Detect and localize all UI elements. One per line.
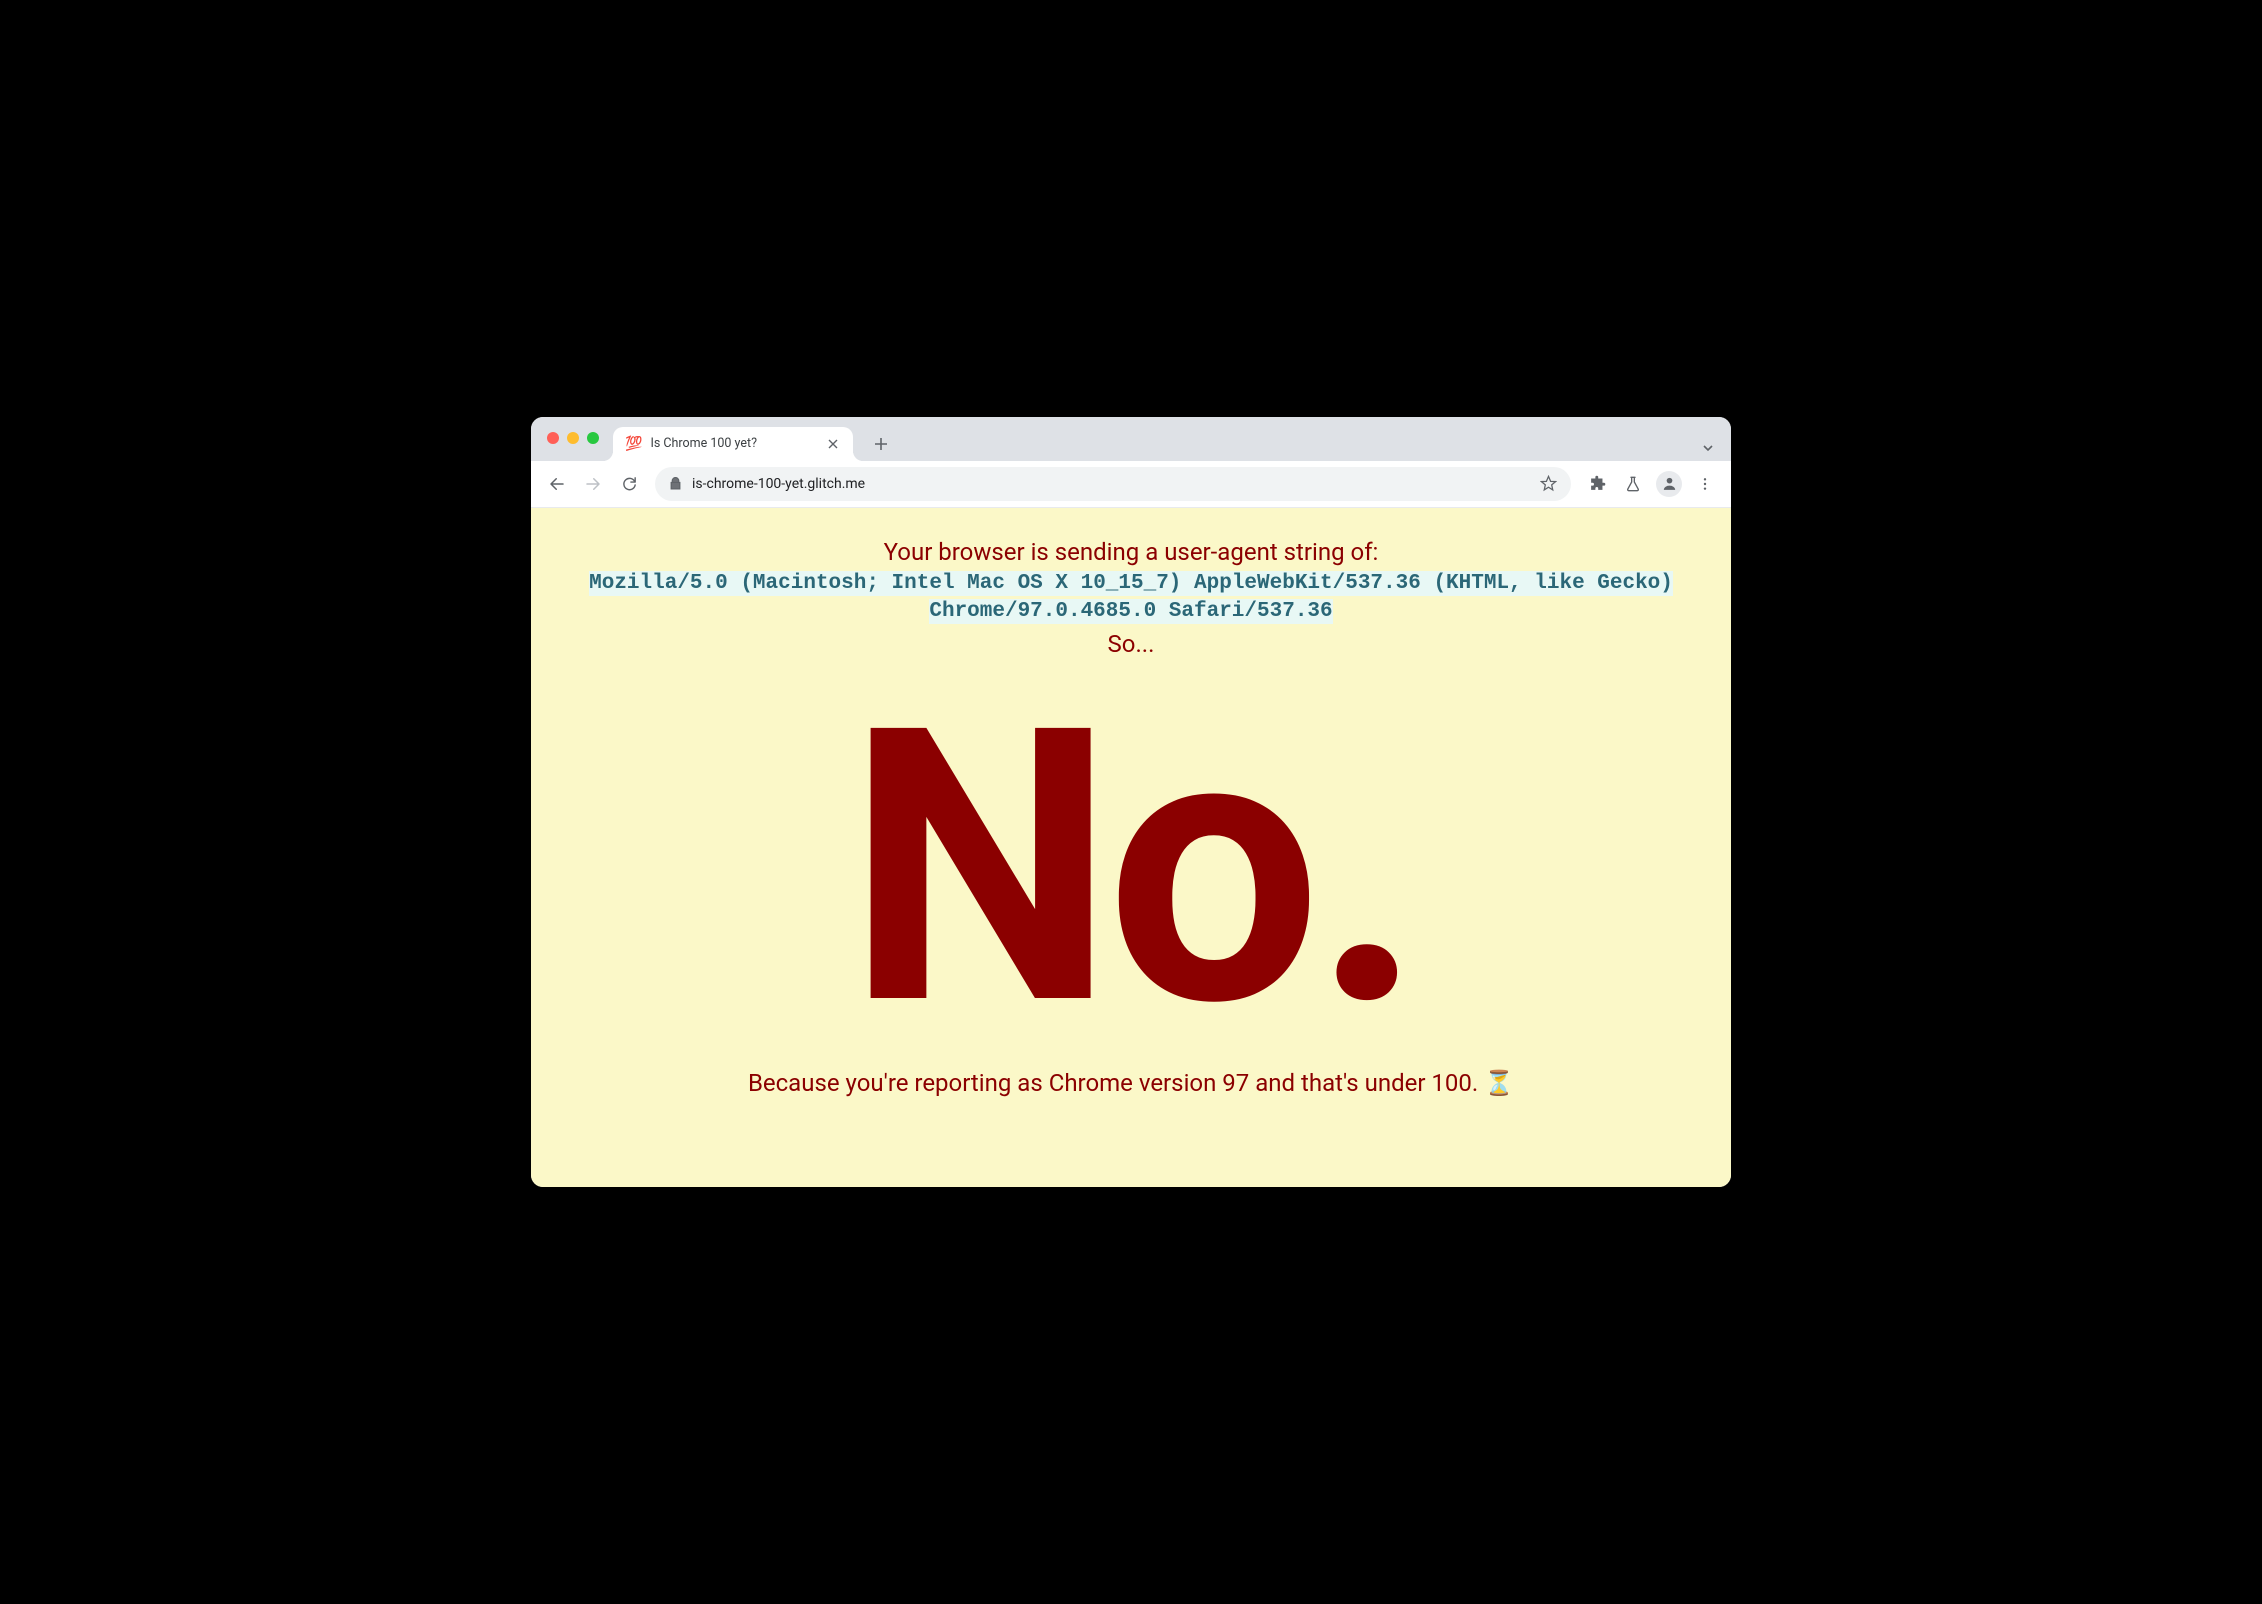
tab-bar: 💯 Is Chrome 100 yet? bbox=[531, 417, 1731, 461]
heading-text: Your browser is sending a user-agent str… bbox=[539, 538, 1723, 566]
tab-close-button[interactable] bbox=[825, 436, 841, 452]
reload-button[interactable] bbox=[613, 468, 645, 500]
puzzle-icon bbox=[1589, 475, 1606, 492]
window-close-button[interactable] bbox=[547, 432, 559, 444]
new-tab-button[interactable] bbox=[867, 430, 895, 458]
extensions-button[interactable] bbox=[1581, 468, 1613, 500]
url-text: is-chrome-100-yet.glitch.me bbox=[692, 476, 1530, 492]
tab-favicon: 💯 bbox=[625, 437, 642, 451]
reload-icon bbox=[621, 475, 638, 492]
star-icon bbox=[1540, 475, 1557, 492]
browser-window: 💯 Is Chrome 100 yet? is-chrome-10 bbox=[531, 417, 1731, 1188]
back-button[interactable] bbox=[541, 468, 573, 500]
tab-title: Is Chrome 100 yet? bbox=[650, 436, 817, 451]
arrow-left-icon bbox=[548, 475, 566, 493]
forward-button[interactable] bbox=[577, 468, 609, 500]
kebab-icon bbox=[1697, 476, 1713, 492]
chevron-down-icon bbox=[1701, 441, 1715, 455]
tab-search-button[interactable] bbox=[1701, 441, 1721, 455]
reason-text: Because you're reporting as Chrome versi… bbox=[539, 1069, 1723, 1097]
answer-text: No. bbox=[539, 688, 1723, 1049]
labs-button[interactable] bbox=[1617, 468, 1649, 500]
lock-icon bbox=[669, 477, 682, 490]
page-content: Your browser is sending a user-agent str… bbox=[531, 508, 1731, 1188]
window-controls bbox=[541, 432, 607, 454]
user-agent-block: Mozilla/5.0 (Macintosh; Intel Mac OS X 1… bbox=[539, 570, 1723, 627]
window-maximize-button[interactable] bbox=[587, 432, 599, 444]
close-icon bbox=[828, 439, 838, 449]
address-bar[interactable]: is-chrome-100-yet.glitch.me bbox=[655, 467, 1571, 501]
profile-button[interactable] bbox=[1653, 468, 1685, 500]
person-icon bbox=[1661, 475, 1678, 492]
arrow-right-icon bbox=[584, 475, 602, 493]
bookmark-button[interactable] bbox=[1540, 475, 1557, 492]
plus-icon bbox=[874, 437, 888, 451]
avatar bbox=[1656, 471, 1682, 497]
user-agent-string: Mozilla/5.0 (Macintosh; Intel Mac OS X 1… bbox=[589, 571, 1673, 624]
flask-icon bbox=[1625, 476, 1641, 492]
menu-button[interactable] bbox=[1689, 468, 1721, 500]
browser-tab[interactable]: 💯 Is Chrome 100 yet? bbox=[613, 427, 853, 461]
toolbar: is-chrome-100-yet.glitch.me bbox=[531, 461, 1731, 508]
window-minimize-button[interactable] bbox=[567, 432, 579, 444]
